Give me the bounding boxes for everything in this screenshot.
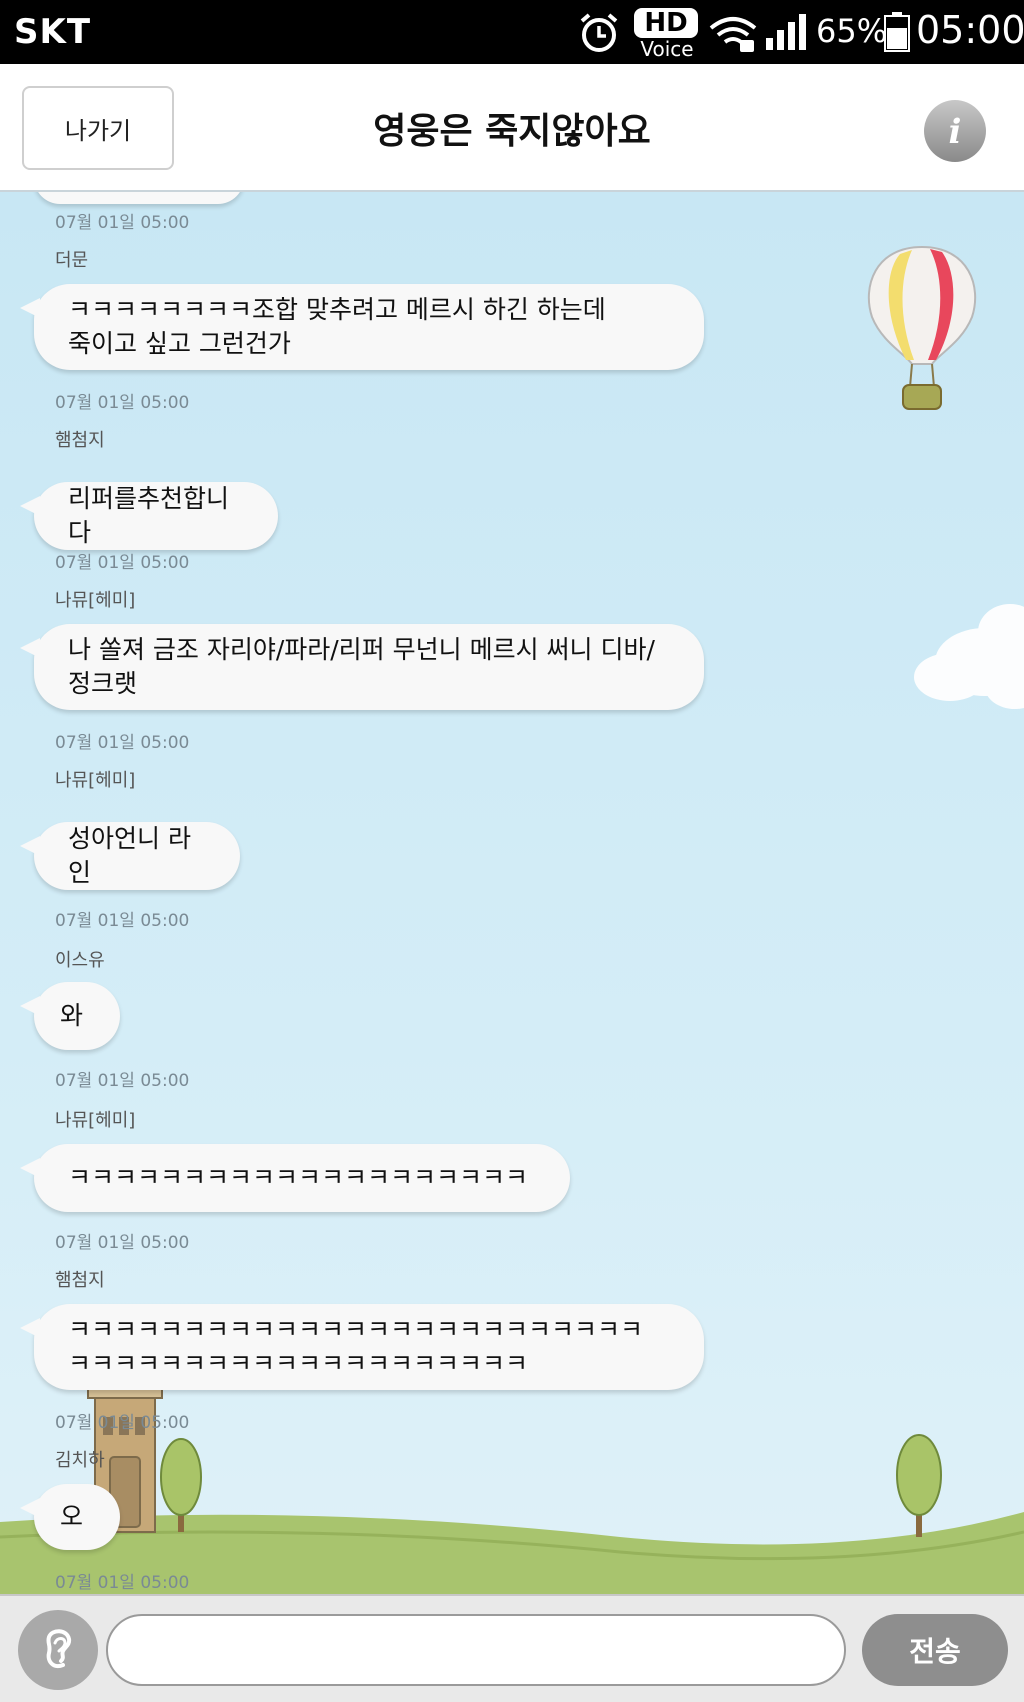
message-bubble-partial[interactable] [34, 192, 244, 204]
message-bubble[interactable]: 리퍼를추천합니다 [20, 482, 278, 550]
message-timestamp: 07월 01일 05:00 [55, 733, 190, 753]
info-glyph: i [949, 112, 962, 151]
chat-area[interactable]: 07월 01일 05:00 더문 ㅋㅋㅋㅋㅋㅋㅋㅋ조합 맞추려고 메르시 하긴 … [0, 192, 1024, 1594]
clock: 05:00 [916, 8, 1024, 52]
input-bar: 전송 [0, 1594, 1024, 1702]
message-bubble[interactable]: 성아언니 라인 [20, 822, 240, 890]
message-bubble[interactable]: 나 쏠져 금조 자리야/파라/리퍼 무넌니 메르시 써니 디바/ 정크랫 [20, 624, 704, 710]
message-timestamp: 07월 01일 05:00 [55, 393, 190, 413]
signal-icon [766, 14, 806, 50]
message-text: ㅋㅋㅋㅋㅋㅋㅋㅋㅋㅋㅋㅋㅋㅋㅋㅋㅋㅋㅋㅋㅋㅋㅋㅋㅋ ㅋㅋㅋㅋㅋㅋㅋㅋㅋㅋㅋㅋㅋㅋ… [68, 1315, 644, 1378]
hot-air-balloon-icon [867, 245, 977, 410]
voice-input-button[interactable] [18, 1610, 98, 1690]
message-input[interactable] [106, 1614, 846, 1686]
message-timestamp: 07월 01일 05:00 [55, 1071, 190, 1091]
message-sender: 나뮤[헤미] [55, 590, 136, 611]
chat-header: 영웅은 죽지않아요 나가기 i [0, 64, 1024, 192]
message-sender: 더문 [55, 250, 89, 271]
message-bubble[interactable]: ㅋㅋㅋㅋㅋㅋㅋㅋ조합 맞추려고 메르시 하긴 하는데 죽이고 싶고 그런건가 [20, 284, 704, 370]
message-sender: 이스유 [55, 950, 105, 971]
message-text: 와 [60, 1001, 84, 1030]
hd-label: HD [634, 8, 698, 38]
status-bar: SKT HD Voice 65% 05:00 [0, 0, 1024, 64]
send-button[interactable]: 전송 [862, 1614, 1008, 1686]
battery-icon [884, 12, 910, 52]
message-text: ㅋㅋㅋㅋㅋㅋㅋㅋ조합 맞추려고 메르시 하긴 하는데 죽이고 싶고 그런건가 [68, 295, 606, 358]
hd-voice-icon: HD Voice [634, 8, 700, 60]
battery-percent: 65% [816, 12, 888, 50]
wifi-icon [709, 17, 757, 52]
message-sender: 햄첨지 [55, 1270, 105, 1291]
message-text: ㅋㅋㅋㅋㅋㅋㅋㅋㅋㅋㅋㅋㅋㅋㅋㅋㅋㅋㅋㅋ [68, 1163, 529, 1192]
voice-label: Voice [640, 37, 694, 61]
message-timestamp: 07월 01일 05:00 [55, 1573, 190, 1593]
message-text: 리퍼를추천합니다 [68, 484, 230, 547]
cloud-icon [914, 604, 1024, 709]
message-text: 나 쏠져 금조 자리야/파라/리퍼 무넌니 메르시 써니 디바/ 정크랫 [68, 635, 655, 698]
message-timestamp: 07월 01일 05:00 [55, 1413, 190, 1433]
message-sender: 김치하 [55, 1450, 105, 1471]
alarm-icon [580, 13, 618, 52]
message-bubble[interactable]: 오 [20, 1484, 120, 1550]
ear-icon [46, 1629, 72, 1668]
exit-button[interactable]: 나가기 [22, 86, 174, 170]
message-text: 성아언니 라인 [68, 824, 191, 887]
info-icon: i [949, 112, 962, 151]
message-bubble[interactable]: 와 [20, 982, 120, 1050]
message-sender: 나뮤[헤미] [55, 1110, 136, 1131]
message-bubble[interactable]: ㅋㅋㅋㅋㅋㅋㅋㅋㅋㅋㅋㅋㅋㅋㅋㅋㅋㅋㅋㅋ [20, 1144, 570, 1212]
message-sender: 나뮤[헤미] [55, 770, 136, 791]
message-timestamp: 07월 01일 05:00 [55, 553, 190, 573]
message-timestamp: 07월 01일 05:00 [55, 1233, 190, 1253]
message-sender: 햄첨지 [55, 430, 105, 451]
message-timestamp: 07월 01일 05:00 [55, 213, 190, 233]
tree-icon [896, 1434, 942, 1537]
message-timestamp: 07월 01일 05:00 [55, 911, 190, 931]
message-bubble[interactable]: ㅋㅋㅋㅋㅋㅋㅋㅋㅋㅋㅋㅋㅋㅋㅋㅋㅋㅋㅋㅋㅋㅋㅋㅋㅋ ㅋㅋㅋㅋㅋㅋㅋㅋㅋㅋㅋㅋㅋㅋ… [20, 1304, 704, 1390]
message-text: 오 [60, 1502, 84, 1531]
info-button[interactable]: i [924, 100, 986, 162]
carrier-label: SKT [14, 12, 92, 52]
